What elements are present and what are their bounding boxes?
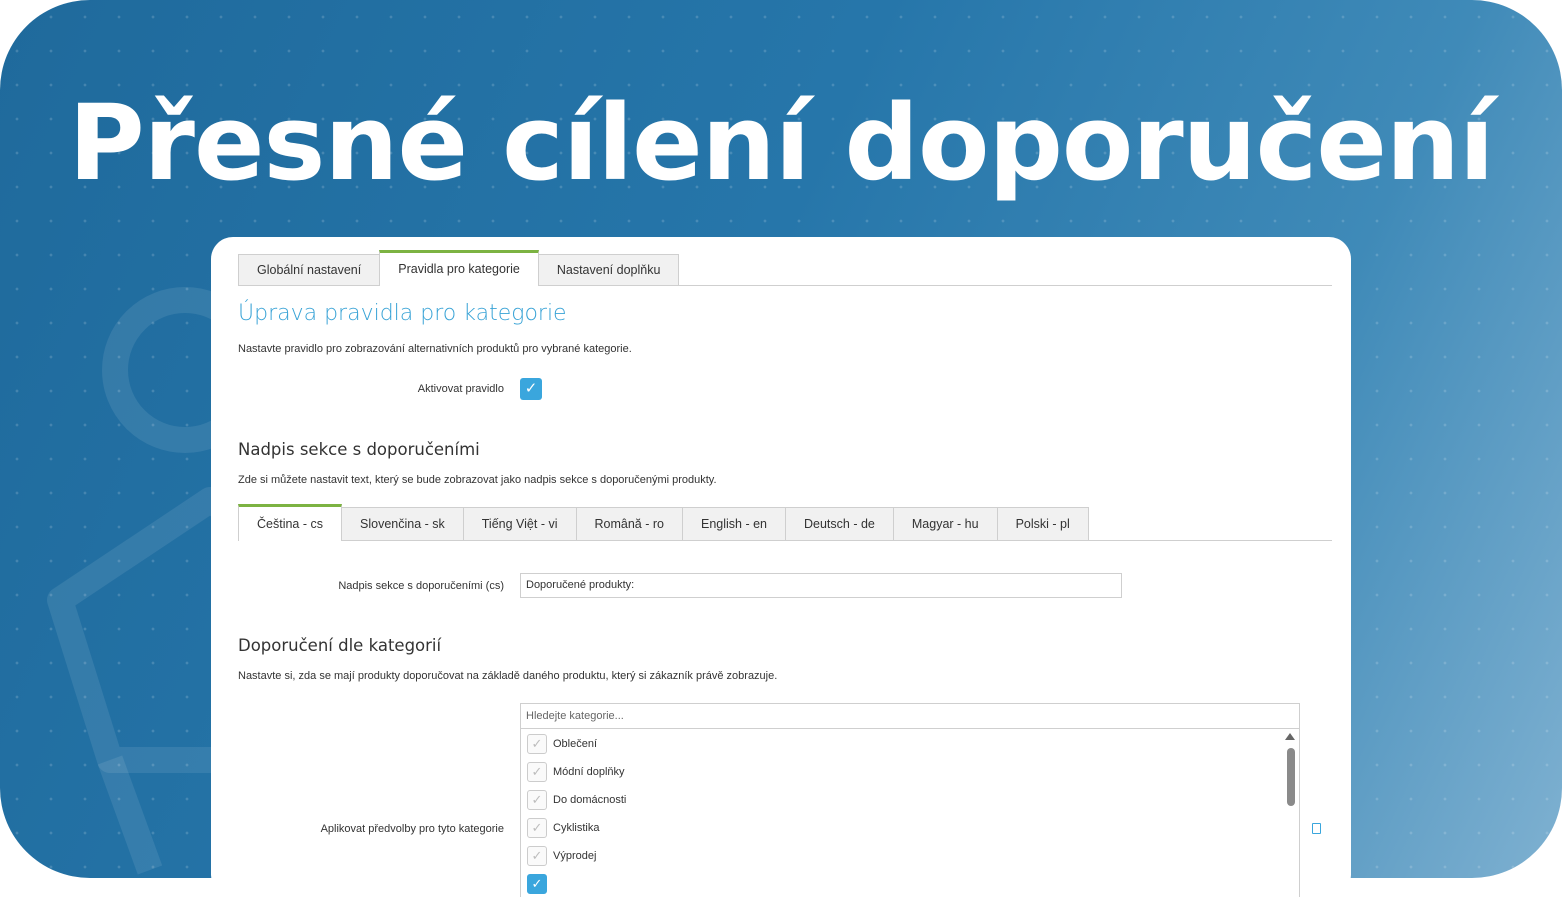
tab-lang-de[interactable]: Deutsch - de <box>785 507 894 540</box>
heading-section-title: Nadpis sekce s doporučeními <box>238 440 480 459</box>
list-item-modni-doplnky[interactable]: ✓ Módní doplňky <box>527 761 625 783</box>
category-section-title: Doporučení dle kategorií <box>238 636 442 655</box>
tab-lang-pl[interactable]: Polski - pl <box>996 507 1089 540</box>
list-item-cyklistika[interactable]: ✓ Cyklistika <box>527 817 599 839</box>
tab-lang-cs[interactable]: Čeština - cs <box>238 504 342 541</box>
heading-text-input[interactable]: Doporučené produkty: <box>520 573 1122 598</box>
list-item-selected[interactable]: ✓ <box>527 873 553 895</box>
category-list: ✓ Oblečení ✓ Módní doplňky ✓ Do domácnos… <box>520 729 1300 897</box>
category-checkbox[interactable]: ✓ <box>527 846 547 866</box>
activate-rule-label: Aktivovat pravidlo <box>417 383 504 395</box>
language-tabs: Čeština - cs Slovenčina - sk Tiếng Việt … <box>238 503 1332 541</box>
list-item-do-domacnosti[interactable]: ✓ Do domácnosti <box>527 789 626 811</box>
tab-lang-ro[interactable]: Română - ro <box>575 507 683 540</box>
category-checkbox[interactable]: ✓ <box>527 874 547 894</box>
tab-lang-sk[interactable]: Slovenčina - sk <box>341 507 464 540</box>
category-label: Módní doplňky <box>553 766 625 778</box>
category-picker-label: Aplikovat předvolby pro tyto kategorie <box>320 823 504 835</box>
category-label: Cyklistika <box>553 822 600 834</box>
category-label: Oblečení <box>553 738 598 750</box>
category-label: Výprodej <box>553 850 597 862</box>
tab-lang-hu[interactable]: Magyar - hu <box>892 507 998 540</box>
main-tabs: Globální nastavení Pravidla pro kategori… <box>238 250 1332 286</box>
list-item-obleceni[interactable]: ✓ Oblečení <box>527 733 597 755</box>
category-search-input[interactable]: Hledejte kategorie... <box>520 703 1300 729</box>
tab-lang-en[interactable]: English - en <box>681 507 786 540</box>
scrollbar-thumb[interactable] <box>1287 748 1295 806</box>
category-checkbox[interactable]: ✓ <box>527 734 547 754</box>
list-item-vyprodej[interactable]: ✓ Výprodej <box>527 845 596 867</box>
tab-category-rules[interactable]: Pravidla pro kategorie <box>379 250 539 286</box>
category-section-description: Nastavte si, zda se mají produkty doporu… <box>238 670 778 682</box>
category-label: Do domácnosti <box>553 794 627 806</box>
heading-field-label: Nadpis sekce s doporučeními (cs) <box>338 580 504 592</box>
tab-lang-vi[interactable]: Tiếng Việt - vi <box>462 507 577 540</box>
activate-rule-checkbox[interactable]: ✓ <box>520 378 542 400</box>
heading-section-description: Zde si můžete nastavit text, který se bu… <box>238 474 717 486</box>
category-checkbox[interactable]: ✓ <box>527 818 547 838</box>
tab-addon-settings[interactable]: Nastavení doplňku <box>537 254 680 285</box>
checkmark-icon: ✓ <box>524 380 538 397</box>
page-headline: Přesné cílení doporučení <box>68 82 1494 204</box>
scroll-up-arrow-icon[interactable] <box>1285 733 1295 740</box>
category-checkbox[interactable]: ✓ <box>527 790 547 810</box>
tab-global-settings[interactable]: Globální nastavení <box>238 254 381 285</box>
settings-panel: Globální nastavení Pravidla pro kategori… <box>211 237 1351 897</box>
select-all-icon[interactable] <box>1312 823 1321 834</box>
page-description: Nastavte pravidlo pro zobrazování altern… <box>238 343 632 355</box>
category-checkbox[interactable]: ✓ <box>527 762 547 782</box>
page-title: Úprava pravidla pro kategorie <box>238 301 567 326</box>
